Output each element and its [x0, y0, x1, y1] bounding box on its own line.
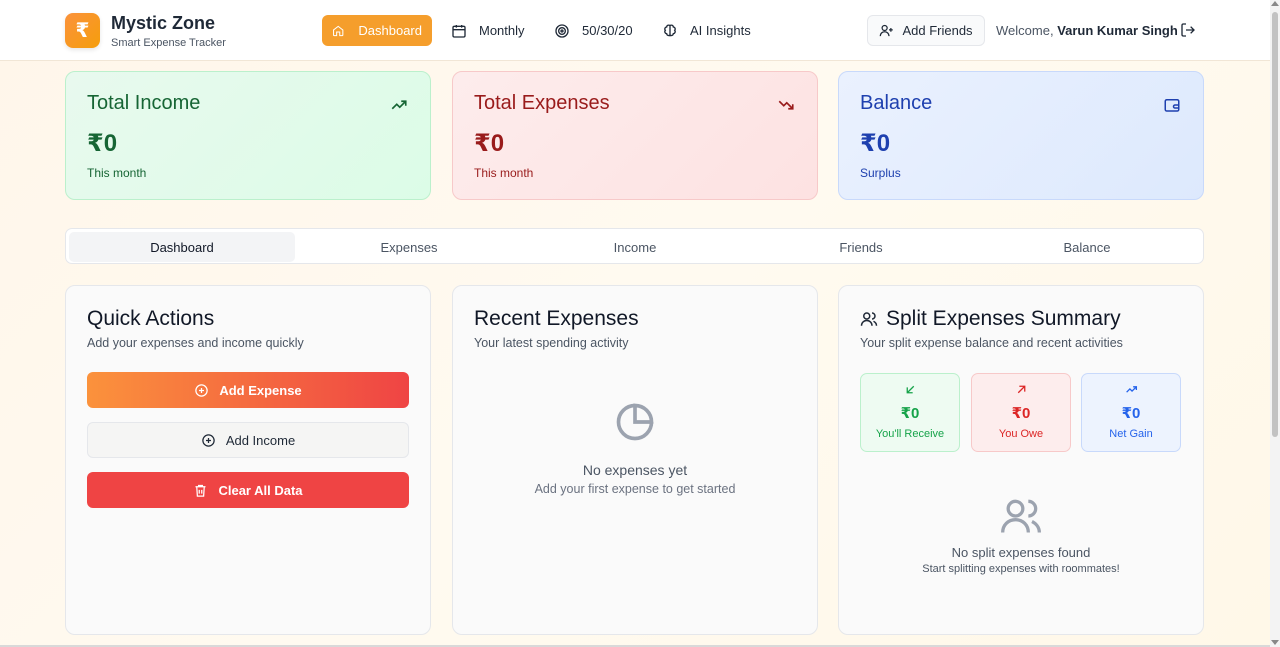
users-empty-icon: [1001, 499, 1041, 533]
user-name: Varun Kumar Singh: [1057, 23, 1178, 38]
add-expense-button[interactable]: Add Expense: [87, 372, 409, 408]
trash-icon: [195, 484, 206, 497]
nav-ai-insights-label: AI Insights: [690, 23, 751, 38]
scroll-down-arrow[interactable]: [1271, 640, 1279, 645]
split-summary-subtitle: Your split expense balance and recent ac…: [860, 336, 1123, 350]
clear-all-data-button[interactable]: Clear All Data: [87, 472, 409, 508]
arrow-up-right-icon: [1017, 385, 1025, 394]
you-owe-label: You Owe: [998, 428, 1044, 440]
income-title: Total Income: [87, 92, 201, 114]
app-name: Mystic Zone: [111, 13, 216, 33]
tab-dashboard[interactable]: Dashboard: [69, 232, 295, 262]
plus-circle-icon: [202, 433, 215, 447]
no-expenses-title: No expenses yet: [582, 462, 688, 478]
income-value: ₹0: [87, 130, 118, 157]
expenses-title: Total Expenses: [474, 92, 610, 114]
you-receive-box: ₹0 You'll Receive: [860, 373, 960, 452]
add-expense-label: Add Expense: [219, 382, 302, 398]
nav-monthly[interactable]: Monthly: [441, 15, 535, 46]
tab-income[interactable]: Income: [522, 232, 748, 262]
net-gain-box: ₹0 Net Gain: [1081, 373, 1181, 452]
nav-503020[interactable]: 50/30/20: [544, 15, 643, 46]
logout-icon[interactable]: [1180, 22, 1196, 38]
recent-expenses-title: Recent Expenses: [474, 307, 639, 330]
pie-chart-icon: [616, 403, 654, 441]
trending-up-icon: [391, 100, 407, 110]
total-income-card: Total Income ₹0 This month: [65, 71, 431, 200]
logo-rupee-icon: ₹: [65, 13, 100, 48]
balance-value: ₹0: [860, 130, 891, 157]
plus-circle-icon: [195, 383, 209, 397]
no-expenses-subtitle: Add your first expense to get started: [534, 482, 736, 496]
nav-503020-label: 50/30/20: [582, 23, 633, 38]
trending-up-icon: [1125, 386, 1137, 393]
add-income-button[interactable]: Add Income: [87, 422, 409, 458]
you-receive-label: You'll Receive: [875, 428, 945, 440]
welcome-prefix: Welcome,: [996, 23, 1054, 38]
tab-friends[interactable]: Friends: [748, 232, 974, 262]
main-tabs: Dashboard Expenses Income Friends Balanc…: [65, 228, 1204, 264]
you-owe-box: ₹0 You Owe: [971, 373, 1071, 452]
add-friends-label: Add Friends: [902, 23, 973, 38]
welcome-text: Welcome, Varun Kumar Singh: [996, 23, 1178, 38]
you-receive-value: ₹0: [900, 405, 920, 422]
split-summary-panel: Split Expenses Summary Your split expens…: [838, 285, 1204, 635]
nav-dashboard-label: Dashboard: [358, 23, 422, 38]
expenses-value: ₹0: [474, 130, 505, 157]
target-icon: [555, 23, 569, 38]
no-split-title: No split expenses found: [951, 545, 1091, 560]
arrow-down-left-icon: [906, 385, 914, 394]
nav-monthly-label: Monthly: [479, 23, 525, 38]
users-icon: [860, 312, 878, 326]
recent-expenses-panel: Recent Expenses Your latest spending act…: [452, 285, 818, 635]
tab-balance[interactable]: Balance: [974, 232, 1200, 262]
you-owe-value: ₹0: [1011, 405, 1031, 422]
scroll-up-arrow[interactable]: [1271, 1, 1279, 6]
add-income-label: Add Income: [225, 432, 296, 448]
tab-expenses[interactable]: Expenses: [296, 232, 522, 262]
income-note: This month: [87, 166, 147, 180]
user-plus-icon: [880, 24, 894, 37]
top-header: ₹ Mystic Zone Smart Expense Tracker Dash…: [0, 0, 1270, 61]
nav-dashboard[interactable]: Dashboard: [322, 15, 432, 46]
net-gain-label: Net Gain: [1109, 428, 1153, 440]
balance-title: Balance: [860, 92, 933, 114]
add-friends-button[interactable]: Add Friends: [867, 15, 985, 46]
quick-actions-title: Quick Actions: [87, 307, 215, 330]
clear-all-data-label: Clear All Data: [218, 482, 303, 498]
expenses-note: This month: [474, 166, 534, 180]
total-expenses-card: Total Expenses ₹0 This month: [452, 71, 818, 200]
net-gain-value: ₹0: [1121, 405, 1141, 422]
wallet-icon: [1164, 99, 1180, 112]
balance-card: Balance ₹0 Surplus: [838, 71, 1204, 200]
quick-actions-panel: Quick Actions Add your expenses and inco…: [65, 285, 431, 635]
brain-icon: [664, 24, 676, 36]
home-icon: [333, 25, 344, 36]
balance-note: Surplus: [860, 166, 901, 180]
vertical-scrollbar[interactable]: [1270, 0, 1280, 647]
app-subtitle: Smart Expense Tracker: [111, 37, 226, 49]
no-split-subtitle: Start splitting expenses with roommates!: [922, 563, 1120, 575]
calendar-icon: [452, 24, 466, 38]
quick-actions-subtitle: Add your expenses and income quickly: [87, 336, 304, 350]
split-summary-title: Split Expenses Summary: [886, 307, 1121, 330]
scroll-thumb[interactable]: [1272, 12, 1278, 437]
trending-down-icon: [778, 100, 794, 110]
nav-ai-insights[interactable]: AI Insights: [652, 15, 761, 46]
recent-expenses-subtitle: Your latest spending activity: [474, 336, 629, 350]
